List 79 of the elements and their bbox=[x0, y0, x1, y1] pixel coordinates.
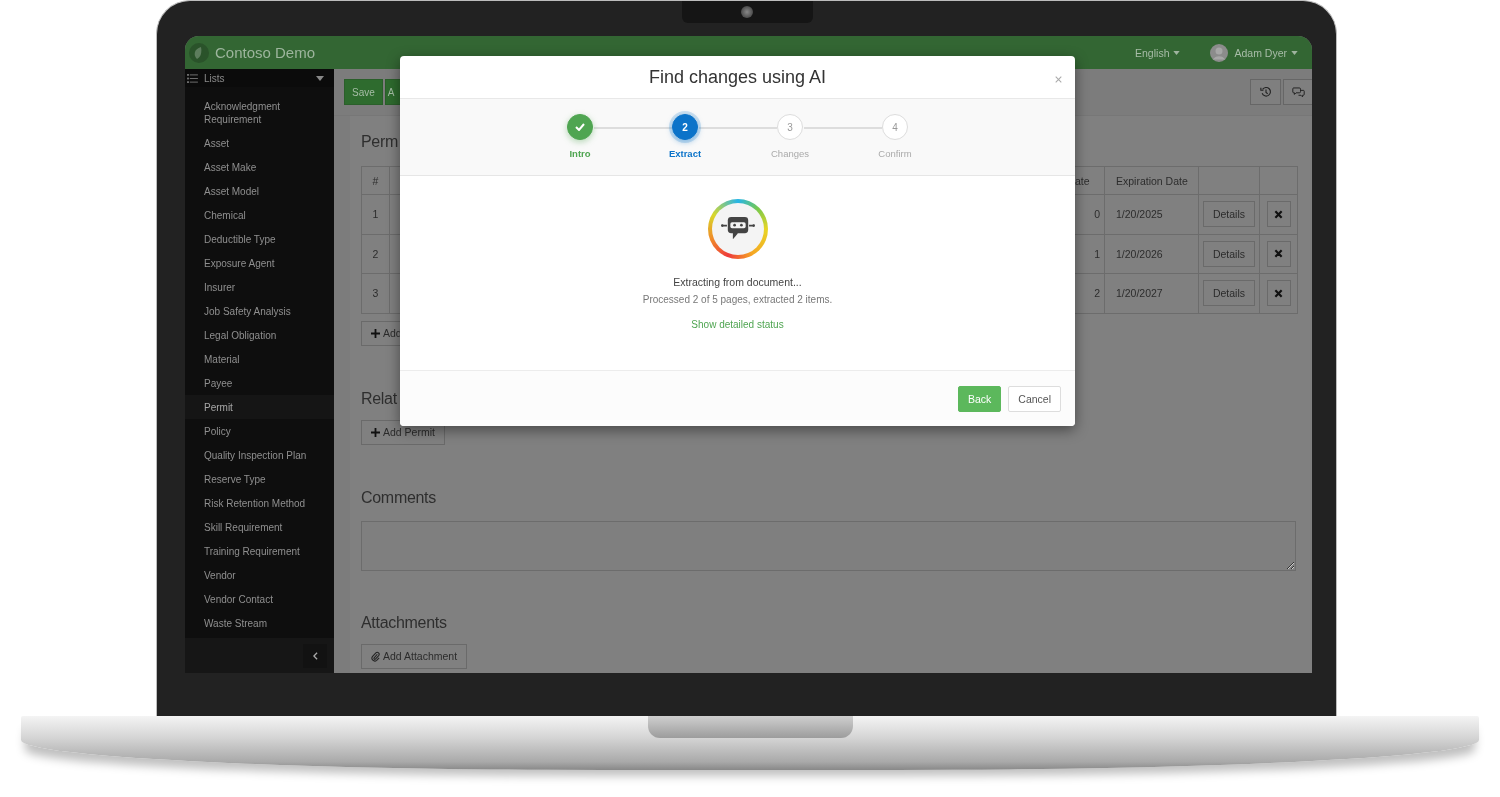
sidebar-item[interactable]: Material bbox=[185, 347, 334, 371]
sidebar-item[interactable]: Permit bbox=[185, 395, 334, 419]
status-text: Extracting from document... bbox=[673, 276, 802, 288]
sidebar-item[interactable]: Payee bbox=[185, 371, 334, 395]
plus-icon bbox=[371, 328, 380, 338]
sidebar-item[interactable]: Asset Model bbox=[185, 179, 334, 203]
sidebar-item[interactable]: Training Requirement bbox=[185, 539, 334, 563]
details-button[interactable]: Details bbox=[1202, 201, 1256, 228]
chat-bubbles-icon bbox=[1292, 86, 1305, 98]
sidebar-item[interactable]: Skill Requirement bbox=[185, 515, 334, 539]
sidebar-item[interactable]: Vendor Contact bbox=[185, 587, 334, 611]
history-button[interactable] bbox=[1250, 79, 1281, 105]
close-icon bbox=[1274, 249, 1283, 259]
section-heading: Attachments bbox=[361, 612, 447, 633]
sidebar-item[interactable]: Acknowledgment Requirement bbox=[185, 94, 334, 131]
cancel-button[interactable]: Cancel bbox=[1008, 385, 1061, 412]
table-cell: 1/20/2025 bbox=[1105, 195, 1199, 234]
plus-icon bbox=[371, 427, 380, 437]
sidebar-item[interactable]: Insurer bbox=[185, 275, 334, 299]
sidebar-item[interactable]: Exposure Agent bbox=[185, 251, 334, 275]
chevron-left-icon bbox=[312, 651, 318, 660]
sidebar-item[interactable]: Legal Obligation bbox=[185, 323, 334, 347]
details-button[interactable]: Details bbox=[1202, 280, 1256, 307]
sidebar-item[interactable]: Asset bbox=[185, 131, 334, 155]
close-icon bbox=[1274, 209, 1283, 219]
step-circle: 2 bbox=[672, 114, 698, 140]
language-menu[interactable]: English bbox=[1135, 46, 1181, 59]
collapse-button[interactable] bbox=[303, 643, 327, 668]
table-cell: 1 bbox=[362, 195, 390, 234]
delete-button[interactable] bbox=[1266, 280, 1291, 307]
progress-text: Processed 2 of 5 pages, extracted 2 items. bbox=[642, 294, 833, 305]
step-label: Extract bbox=[668, 148, 702, 159]
detailed-status-link[interactable]: Show detailed status bbox=[691, 319, 784, 330]
comments-button[interactable] bbox=[1283, 79, 1312, 105]
sidebar-item[interactable]: Reserve Type bbox=[185, 467, 334, 491]
dialog-title: Find changes using AI bbox=[648, 66, 827, 88]
sidebar-item[interactable]: Quality Inspection Plan bbox=[185, 443, 334, 467]
caret-icon bbox=[316, 75, 324, 81]
delete-button[interactable] bbox=[1266, 240, 1291, 267]
sidebar-item[interactable]: Policy bbox=[185, 419, 334, 443]
table-cell: 1/20/2026 bbox=[1105, 234, 1199, 273]
history-icon bbox=[1259, 86, 1272, 98]
sidebar-item[interactable]: Asset Make bbox=[185, 155, 334, 179]
step-label: Changes bbox=[771, 148, 809, 159]
close-icon bbox=[1274, 288, 1283, 298]
column-header: Expiration Date bbox=[1105, 167, 1199, 194]
toolbar-button[interactable]: Save bbox=[344, 79, 383, 105]
step-label: Confirm bbox=[878, 148, 912, 159]
sidebar-header: Lists bbox=[204, 72, 226, 84]
section-heading: Relat bbox=[361, 388, 397, 409]
section-heading: Comments bbox=[361, 487, 436, 508]
caret-icon bbox=[1173, 50, 1181, 55]
list-icon bbox=[187, 73, 198, 83]
column-header: # bbox=[362, 167, 390, 194]
sidebar-item[interactable]: Job Safety Analysis bbox=[185, 299, 334, 323]
sidebar-item[interactable]: Deductible Type bbox=[185, 227, 334, 251]
sidebar-item[interactable]: Vendor bbox=[185, 563, 334, 587]
delete-button[interactable] bbox=[1266, 201, 1291, 228]
section-heading: Perm bbox=[361, 132, 399, 152]
table-cell: 3 bbox=[362, 274, 390, 313]
check-icon bbox=[575, 123, 585, 131]
sidebar-item[interactable]: Risk Retention Method bbox=[185, 491, 334, 515]
step-label: Intro bbox=[569, 148, 591, 159]
app-title: Contoso Demo bbox=[215, 44, 316, 61]
close-icon bbox=[1055, 76, 1062, 83]
user-menu[interactable]: Adam Dyer bbox=[1234, 46, 1298, 59]
table-cell: 2 bbox=[362, 234, 390, 273]
step-circle: 4 bbox=[882, 114, 908, 140]
step-circle: 3 bbox=[777, 114, 803, 140]
leaf-logo-icon bbox=[189, 42, 209, 63]
comments-field[interactable] bbox=[361, 520, 1296, 571]
add-attachment-button[interactable]: Add Attachment bbox=[361, 643, 468, 669]
sidebar-item[interactable]: Waste Stream bbox=[185, 611, 334, 635]
table-cell: 1/20/2027 bbox=[1105, 274, 1199, 313]
paperclip-icon bbox=[371, 650, 380, 662]
details-button[interactable]: Details bbox=[1202, 240, 1256, 267]
caret-icon bbox=[1291, 50, 1298, 55]
avatar-icon bbox=[1210, 43, 1229, 62]
sidebar-item[interactable]: Chemical bbox=[185, 203, 334, 227]
